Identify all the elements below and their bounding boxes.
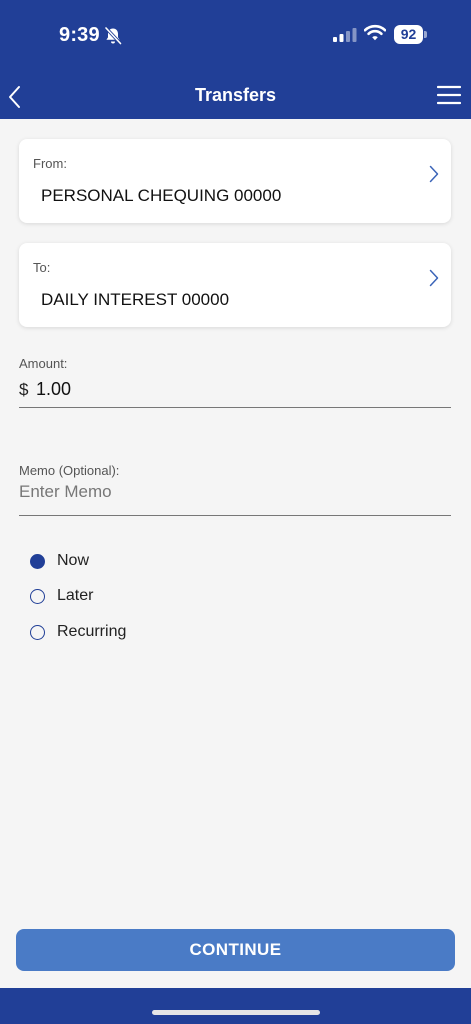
- status-time: 9:39: [59, 24, 100, 46]
- memo-field: Memo (Optional):: [19, 463, 451, 516]
- radio-later-circle: [30, 589, 45, 604]
- radio-now-circle: [30, 554, 45, 569]
- hamburger-menu-icon: [437, 85, 461, 105]
- radio-recurring-label: Recurring: [57, 623, 127, 640]
- radio-now-label: Now: [57, 552, 90, 569]
- battery-icon: 92: [394, 25, 428, 45]
- radio-later[interactable]: Later: [30, 585, 230, 609]
- radio-later-label: Later: [57, 587, 94, 604]
- battery-level: 92: [394, 25, 423, 44]
- bell-slash-icon: [104, 26, 122, 45]
- radio-recurring-circle: [30, 625, 45, 640]
- from-label: From:: [33, 156, 67, 171]
- page-title: Transfers: [194, 85, 277, 105]
- chevron-right-icon: [429, 269, 439, 287]
- amount-field: Amount: $: [19, 356, 451, 408]
- continue-button[interactable]: CONTINUE: [16, 929, 455, 971]
- app-header: 9:39 92 Transfers: [0, 0, 471, 119]
- radio-now[interactable]: Now: [30, 550, 230, 574]
- cellular-signal-icon: [333, 28, 357, 42]
- amount-input[interactable]: [36, 377, 436, 401]
- radio-recurring[interactable]: Recurring: [30, 621, 230, 645]
- memo-label: Memo (Optional):: [19, 463, 120, 478]
- amount-label: Amount:: [19, 356, 68, 371]
- bottom-bar: [0, 988, 471, 1024]
- memo-underline: [19, 515, 451, 516]
- chevron-right-icon: [429, 165, 439, 183]
- status-bar: 9:39 92: [0, 0, 471, 70]
- from-account-value: PERSONAL CHEQUING 00000: [41, 186, 282, 205]
- amount-underline: [19, 407, 451, 408]
- to-account-card[interactable]: To: DAILY INTEREST 00000: [19, 243, 451, 327]
- menu-button[interactable]: [435, 80, 463, 108]
- wifi-icon: [364, 24, 386, 41]
- to-account-value: DAILY INTEREST 00000: [41, 290, 230, 309]
- to-label: To:: [33, 260, 51, 275]
- home-indicator: [152, 1010, 320, 1015]
- memo-input[interactable]: [19, 480, 451, 504]
- nav-bar: Transfers: [0, 70, 471, 119]
- from-account-card[interactable]: From: PERSONAL CHEQUING 00000: [19, 139, 451, 223]
- battery-tip: [424, 31, 427, 38]
- currency-symbol: $: [19, 380, 29, 399]
